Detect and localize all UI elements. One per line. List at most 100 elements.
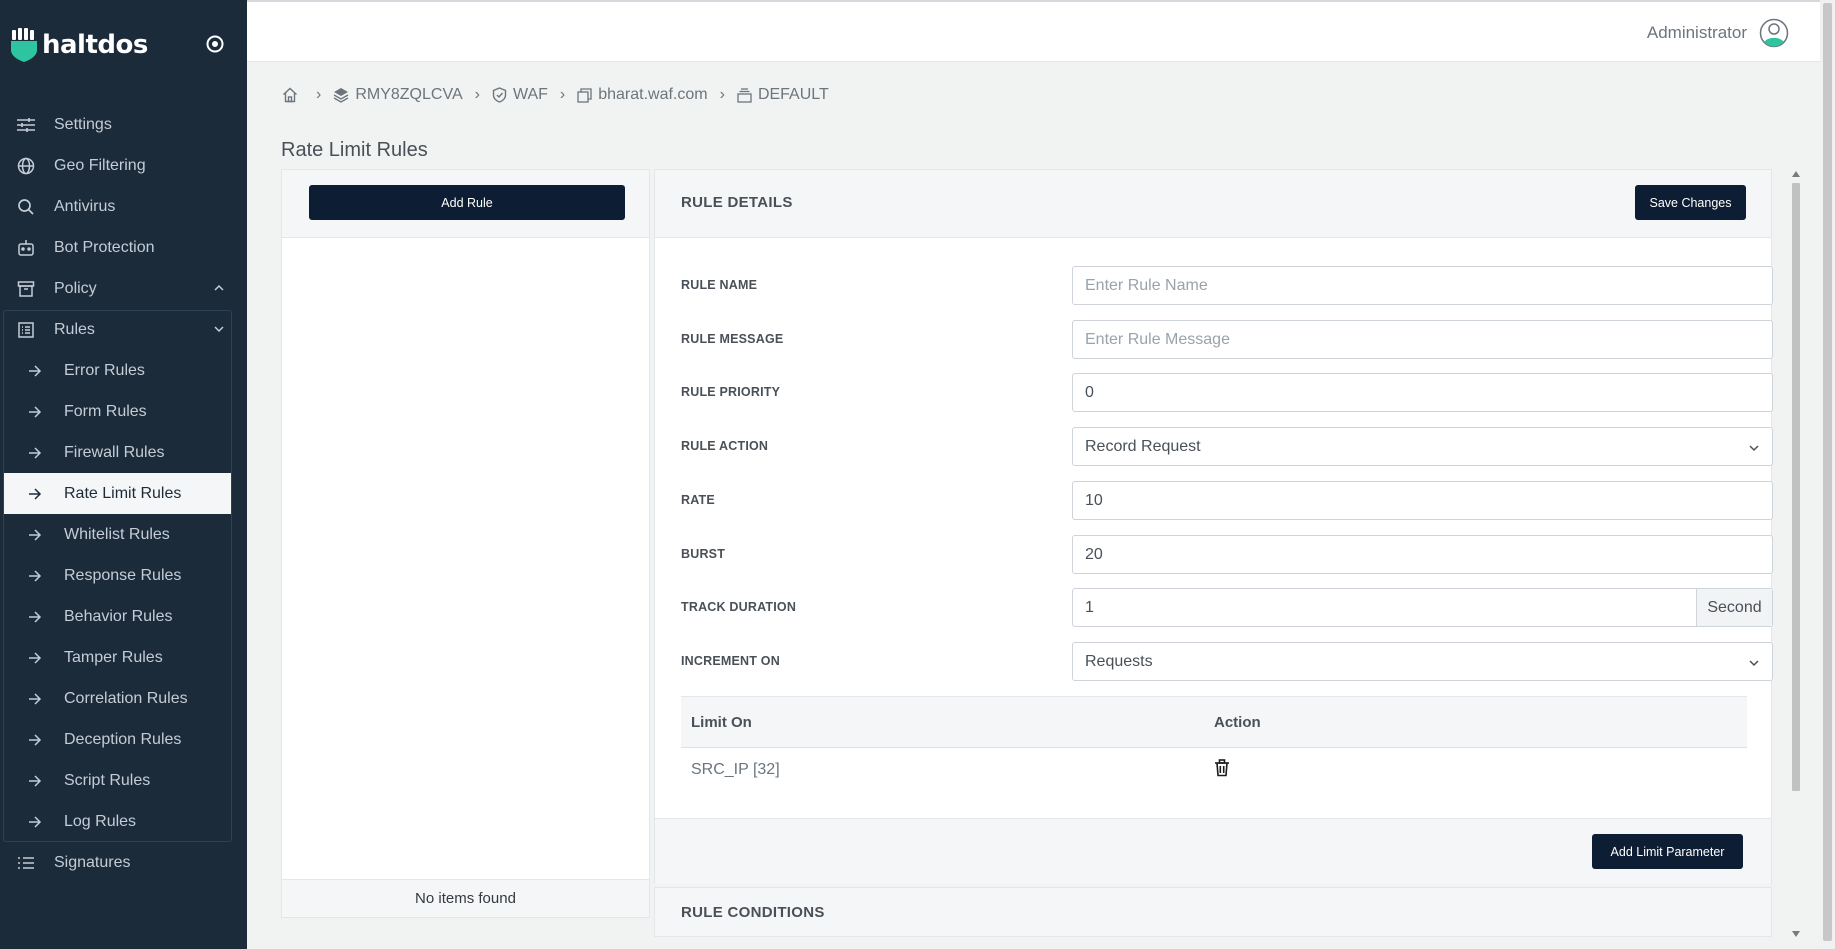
sidebar-rule-error-rules[interactable]: Error Rules (0, 350, 247, 391)
burst-row: BURST 20 (681, 535, 1773, 574)
limit-table: Limit On Action SRC_IP [32] (681, 696, 1747, 792)
sidebar-rule-form-rules[interactable]: Form Rules (0, 391, 247, 432)
sidebar-item-policy[interactable]: Policy (0, 268, 247, 309)
sidebar-item-label: Rules (54, 320, 95, 338)
home-icon[interactable] (282, 87, 298, 103)
chevron-down-icon (214, 326, 224, 333)
breadcrumb-item-domain[interactable]: bharat.waf.com (598, 86, 707, 104)
add-limit-parameter-button[interactable]: Add Limit Parameter (1592, 834, 1743, 869)
content-scrollbar-thumb[interactable] (1792, 183, 1800, 791)
breadcrumb-item-profile[interactable]: DEFAULT (758, 86, 829, 104)
sidebar-rule-firewall-rules[interactable]: Firewall Rules (0, 432, 247, 473)
sidebar: haltdos Settings Geo Filtering Antivirus (0, 0, 247, 949)
layers-icon (333, 87, 349, 103)
limit-table-footer: Add Limit Parameter (655, 818, 1771, 884)
sidebar-item-bot-protection[interactable]: Bot Protection (0, 227, 247, 268)
burst-label: BURST (681, 547, 726, 561)
rule-message-row: RULE MESSAGE (681, 320, 1773, 359)
page-title: Rate Limit Rules (281, 139, 428, 161)
sidebar-rule-tamper-rules[interactable]: Tamper Rules (0, 637, 247, 678)
scroll-down-icon[interactable] (1792, 931, 1800, 937)
sidebar-item-settings[interactable]: Settings (0, 104, 247, 145)
page-scrollbar[interactable] (1820, 0, 1835, 949)
save-changes-button[interactable]: Save Changes (1635, 185, 1746, 220)
sidebar-toggle-icon[interactable] (205, 34, 225, 54)
sidebar-item-antivirus[interactable]: Antivirus (0, 186, 247, 227)
trash-icon[interactable] (1214, 758, 1230, 777)
track-duration-value: 1 (1085, 598, 1094, 616)
rule-list-empty-message: No items found (282, 879, 649, 917)
sidebar-nav: Settings Geo Filtering Antivirus Bot Pro… (0, 104, 247, 309)
content-scrollbar[interactable] (1790, 169, 1802, 939)
rule-action-label: RULE ACTION (681, 439, 769, 453)
rate-row: RATE 10 (681, 481, 1773, 520)
arrow-right-icon (28, 487, 44, 500)
sidebar-rule-label: Log Rules (64, 812, 137, 830)
sidebar-rule-deception-rules[interactable]: Deception Rules (0, 719, 247, 760)
rule-message-input[interactable] (1085, 330, 1760, 349)
sidebar-item-label: Geo Filtering (54, 156, 146, 174)
brand-logo[interactable]: haltdos (10, 28, 148, 62)
list-icon (14, 320, 38, 340)
increment-on-label: INCREMENT ON (681, 654, 780, 668)
breadcrumb-separator: › (474, 86, 480, 103)
shield-icon (492, 87, 507, 103)
user-menu[interactable]: Administrator (1647, 18, 1789, 48)
rule-list-panel: Add Rule No items found (281, 169, 650, 918)
track-duration-row: TRACK DURATION 1 Second (681, 588, 1773, 627)
rule-conditions-title: RULE CONDITIONS (681, 904, 825, 921)
chevron-down-icon (1749, 660, 1759, 667)
sidebar-rule-log-rules[interactable]: Log Rules (0, 801, 247, 842)
sidebar-rule-label: Script Rules (64, 771, 151, 789)
track-duration-unit: Second (1696, 589, 1772, 626)
sidebar-rule-behavior-rules[interactable]: Behavior Rules (0, 596, 247, 637)
rule-name-row: RULE NAME (681, 266, 1773, 305)
stack-icon (737, 87, 752, 103)
track-duration-field[interactable]: 1 Second (1072, 588, 1773, 627)
sidebar-rule-label: Response Rules (64, 566, 182, 584)
archive-icon (14, 279, 38, 299)
burst-field[interactable]: 20 (1072, 535, 1773, 574)
page-scrollbar-thumb[interactable] (1823, 3, 1832, 941)
action-cell (1214, 758, 1230, 782)
rule-name-input[interactable] (1085, 276, 1760, 295)
rate-field[interactable]: 10 (1072, 481, 1773, 520)
arrow-right-icon (28, 815, 44, 828)
sidebar-rule-whitelist-rules[interactable]: Whitelist Rules (0, 514, 247, 555)
rule-name-field[interactable] (1072, 266, 1773, 305)
add-rule-button[interactable]: Add Rule (309, 185, 625, 220)
sidebar-rule-label: Firewall Rules (64, 443, 165, 461)
breadcrumb-item-cluster[interactable]: RMY8ZQLCVA (355, 86, 462, 104)
sidebar-item-signatures[interactable]: Signatures (0, 842, 247, 883)
sidebar-rule-script-rules[interactable]: Script Rules (0, 760, 247, 801)
rule-action-select[interactable]: Record Request (1072, 427, 1773, 466)
sidebar-rule-response-rules[interactable]: Response Rules (0, 555, 247, 596)
rule-priority-row: RULE PRIORITY 0 (681, 373, 1773, 412)
sidebar-item-label: Antivirus (54, 197, 116, 215)
chevron-down-icon (1749, 445, 1759, 452)
window-icon (577, 87, 592, 103)
sidebar-rule-label: Deception Rules (64, 730, 182, 748)
scroll-up-icon[interactable] (1792, 171, 1800, 177)
sidebar-item-rules[interactable]: Rules (0, 309, 247, 350)
sidebar-rule-correlation-rules[interactable]: Correlation Rules (0, 678, 247, 719)
globe-icon (14, 156, 38, 176)
rule-priority-field[interactable]: 0 (1072, 373, 1773, 412)
increment-on-value: Requests (1085, 652, 1153, 670)
rule-action-row: RULE ACTION Record Request (681, 427, 1773, 466)
arrow-right-icon (28, 733, 44, 746)
arrow-right-icon (28, 569, 44, 582)
user-name: Administrator (1646, 23, 1747, 42)
sidebar-rule-rate-limit-rules[interactable]: Rate Limit Rules (4, 473, 231, 514)
sidebar-rule-label: Form Rules (64, 402, 147, 420)
increment-on-select[interactable]: Requests (1072, 642, 1773, 681)
arrow-right-icon (28, 364, 44, 377)
breadcrumb-item-waf[interactable]: WAF (513, 86, 548, 104)
arrow-right-icon (28, 774, 44, 787)
top-bar: Administrator (247, 0, 1835, 62)
sidebar-item-geo-filtering[interactable]: Geo Filtering (0, 145, 247, 186)
rule-conditions-panel[interactable]: RULE CONDITIONS (654, 887, 1772, 937)
breadcrumb-separator: › (559, 86, 566, 103)
rule-message-field[interactable] (1072, 320, 1773, 359)
rule-details-panel: RULE DETAILS Save Changes RULE NAME RULE… (654, 169, 1773, 884)
